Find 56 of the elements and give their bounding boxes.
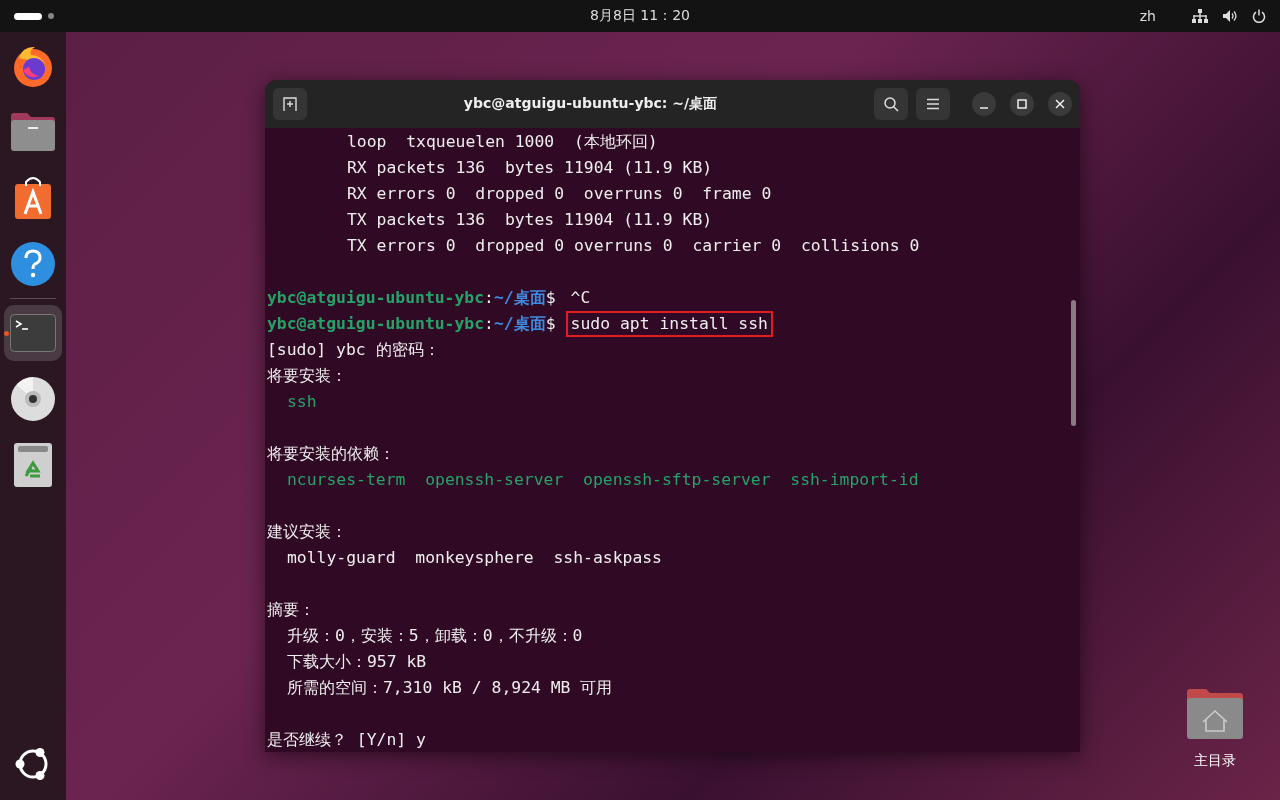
terminal-icon[interactable] xyxy=(10,314,56,352)
output-line: loop txqueuelen 1000 (本地环回) xyxy=(346,131,658,153)
command-text: sudo apt install ssh xyxy=(565,311,773,337)
power-icon[interactable] xyxy=(1252,9,1266,23)
scrollbar-thumb[interactable] xyxy=(1071,300,1076,426)
prompt-symbol: $ xyxy=(545,313,556,335)
maximize-icon xyxy=(1017,99,1027,109)
output-line: molly-guard monkeysphere ssh-askpass xyxy=(286,547,662,569)
window-title: ybc@atguigu-ubuntu-ybc: ~/桌面 xyxy=(462,95,719,113)
home-folder-icon[interactable] xyxy=(1186,688,1244,740)
output-line: TX errors 0 dropped 0 overruns 0 carrier 0 collisions 0 xyxy=(346,235,920,257)
volume-icon[interactable] xyxy=(1222,9,1238,23)
minimize-button[interactable] xyxy=(972,92,996,116)
close-icon xyxy=(1055,99,1065,109)
output-line: 建议安装： xyxy=(267,521,347,543)
prompt-user: ybc@atguigu-ubuntu-ybc xyxy=(267,287,485,309)
search-button[interactable] xyxy=(874,88,908,120)
prompt-path: ~/桌面 xyxy=(494,287,546,309)
new-tab-button[interactable] xyxy=(273,88,307,120)
disc-icon[interactable] xyxy=(11,377,55,421)
maximize-button[interactable] xyxy=(1010,92,1034,116)
prompt-path: ~/桌面 xyxy=(494,313,546,335)
input-method[interactable]: zh xyxy=(1139,8,1156,24)
output-line: [sudo] ybc 的密码： xyxy=(267,339,440,361)
prompt-symbol: $ xyxy=(545,287,556,309)
minimize-icon xyxy=(979,107,989,109)
output-line: 升级：0，安装：5，卸载：0，不升级：0 xyxy=(286,625,583,647)
desktop-icon-label[interactable]: 主目录 xyxy=(1194,752,1236,770)
store-bag-icon[interactable] xyxy=(14,176,52,220)
output-line: 将要安装： xyxy=(267,365,347,387)
output-line: 是否继续？ [Y/n] y xyxy=(267,729,426,751)
output-line: 摘要： xyxy=(267,599,315,621)
output-line: ncurses-term openssh-server openssh-sftp-server ssh-import-id xyxy=(286,469,919,491)
output-line: 所需的空间：7,310 kB / 8,924 MB 可用 xyxy=(286,677,613,699)
output-line: RX packets 136 bytes 11904 (11.9 KB) xyxy=(346,157,713,179)
output-line: 下载大小：957 kB xyxy=(286,651,427,673)
prompt-user: ybc@atguigu-ubuntu-ybc xyxy=(267,313,485,335)
output-line: ssh xyxy=(286,391,317,413)
prompt-separator: : xyxy=(484,287,494,309)
search-icon xyxy=(883,96,899,112)
output-line: TX packets 136 bytes 11904 (11.9 KB) xyxy=(346,209,713,231)
command-text: ^C xyxy=(569,287,592,309)
new-tab-icon xyxy=(282,96,298,112)
help-icon[interactable] xyxy=(11,242,55,286)
prompt-separator: : xyxy=(484,313,494,335)
menu-icon xyxy=(926,98,940,110)
folder-icon[interactable] xyxy=(10,112,56,152)
workspace-dot[interactable] xyxy=(48,13,54,19)
menu-button[interactable] xyxy=(916,88,950,120)
network-icon[interactable] xyxy=(1192,9,1208,23)
browser-icon[interactable] xyxy=(11,44,55,88)
close-button[interactable] xyxy=(1048,92,1072,116)
clock[interactable]: 8月8日 11：20 xyxy=(590,7,690,25)
output-line: RX errors 0 dropped 0 overruns 0 frame 0 xyxy=(346,183,772,205)
workspace-indicator[interactable] xyxy=(14,12,42,20)
output-line: 将要安装的依赖： xyxy=(267,443,395,465)
